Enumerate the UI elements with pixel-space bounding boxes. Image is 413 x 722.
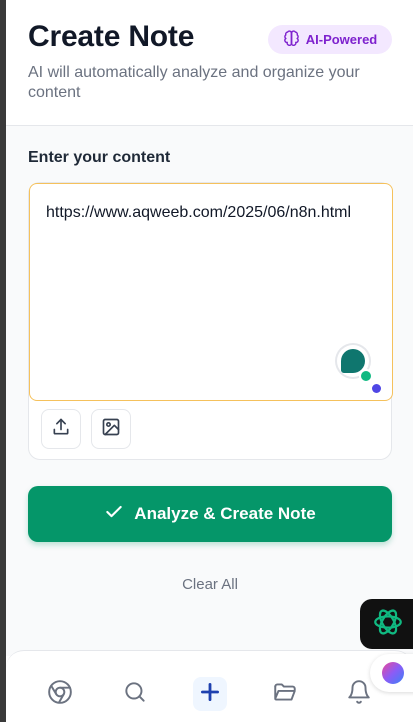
nav-item-create[interactable] (193, 677, 227, 711)
folder-icon (272, 679, 298, 710)
chatgpt-icon (371, 605, 405, 644)
chatgpt-floating-button[interactable] (360, 599, 413, 649)
nav-item-browser[interactable] (43, 677, 77, 711)
main-content: Enter your content https://www.aqweeb.co… (6, 126, 413, 656)
page-header: Create Note AI-Powered AI will automatic… (6, 0, 413, 126)
assistant-status-dot (359, 369, 373, 383)
analyze-create-note-button[interactable]: Analyze & Create Note (28, 486, 392, 542)
upload-button[interactable] (41, 409, 81, 449)
analyze-button-label: Analyze & Create Note (134, 504, 316, 523)
nav-item-folders[interactable] (268, 677, 302, 711)
image-button[interactable] (91, 409, 131, 449)
badge-label: AI-Powered (305, 32, 378, 47)
assistant-indicator-dot (372, 384, 381, 393)
clear-all-button[interactable]: Clear All (156, 572, 264, 596)
nav-item-search[interactable] (118, 677, 152, 711)
upload-icon (51, 417, 71, 442)
ai-assistant-floating-button[interactable] (370, 654, 413, 692)
brain-icon (283, 29, 300, 50)
image-icon (101, 417, 121, 442)
nav-item-notifications[interactable] (342, 677, 376, 711)
editor-card: https://www.aqweeb.com/2025/06/n8n.html (28, 182, 393, 460)
content-label: Enter your content (28, 149, 171, 166)
ai-brain-icon (382, 662, 404, 684)
check-icon (104, 502, 124, 527)
bell-icon (346, 679, 372, 710)
bottom-navigation (6, 650, 413, 722)
search-icon (122, 679, 148, 710)
chrome-icon (47, 679, 73, 710)
page-subtitle: AI will automatically analyze and organi… (28, 64, 360, 101)
page-title: Create Note (28, 20, 195, 53)
ai-powered-badge: AI-Powered (268, 25, 392, 54)
plus-icon (197, 679, 223, 710)
